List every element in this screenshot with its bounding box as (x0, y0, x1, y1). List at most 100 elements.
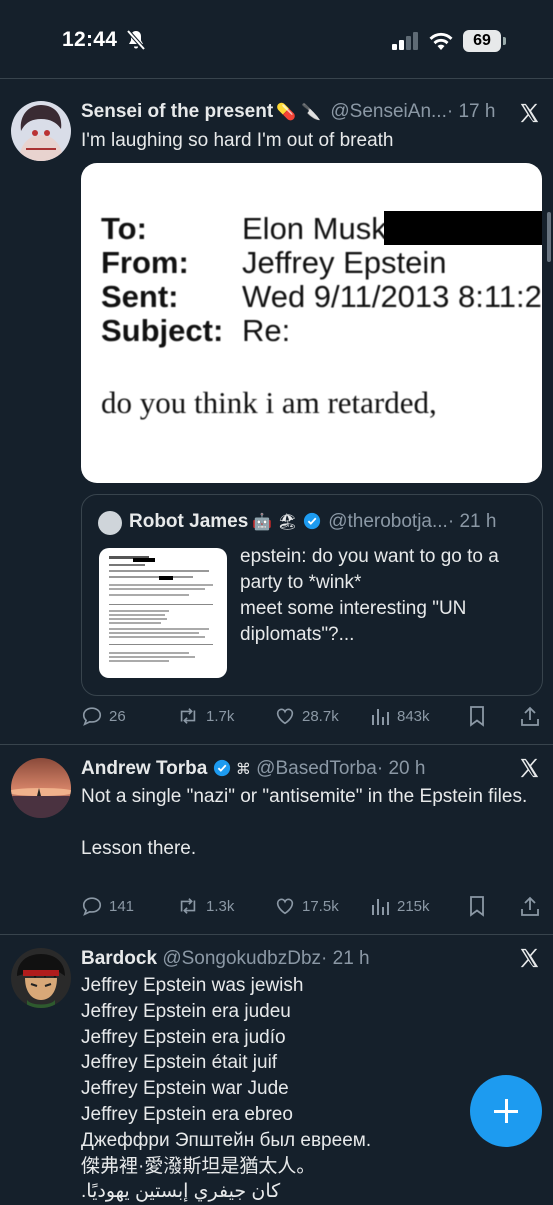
text-line: Jeffrey Epstein was jewish (81, 975, 304, 996)
name-emoji: ⌘ (235, 761, 251, 778)
top-divider (0, 78, 553, 79)
post-header: Sensei of the present 💊 🔪 @SenseiAn...· 1… (81, 101, 495, 123)
x-logo-icon[interactable] (518, 947, 540, 969)
compose-plus-icon[interactable] (470, 1075, 542, 1147)
share-button[interactable] (519, 705, 541, 727)
author-name[interactable]: Sensei of the present (81, 101, 273, 122)
text-line: Jeffrey Epstein era judío (81, 1026, 286, 1048)
bookmark-icon (470, 706, 484, 727)
battery-icon: 69 (463, 30, 501, 52)
views-button[interactable]: 843k (371, 705, 430, 727)
post-time: · 21 h (321, 948, 370, 969)
quoted-handle: @therobotja... (328, 511, 448, 532)
repost-button[interactable]: 1.3k (176, 895, 234, 917)
status-bar: 12:44 69 (0, 0, 553, 80)
post-header: Andrew Torba ⌘ @BasedTorba· 20 h (81, 758, 425, 780)
views-icon (372, 899, 389, 915)
text-line: 傑弗裡·愛潑斯坦是猶太人。 (81, 1155, 316, 1177)
verified-badge-icon (303, 512, 321, 530)
reply-icon (82, 897, 102, 916)
views-count: 215k (397, 897, 430, 915)
bookmark-button[interactable] (468, 705, 486, 727)
bookmark-icon (470, 896, 484, 917)
like-count: 17.5k (302, 897, 339, 915)
quoted-text: epstein: do you want to go to a party to… (240, 546, 499, 645)
redaction-block (384, 211, 542, 245)
post-text-lines: Jeffrey Epstein was jewish Jeffrey Epste… (81, 973, 531, 1205)
avatar[interactable] (11, 758, 71, 818)
post-actions: 26 1.7k 28.7k 843k (81, 705, 543, 729)
email-to-label: To: (101, 211, 147, 246)
bookmark-button[interactable] (468, 895, 486, 917)
author-name[interactable]: Andrew Torba (81, 758, 207, 779)
repost-button[interactable]: 1.7k (176, 705, 234, 727)
repost-icon (180, 708, 196, 724)
share-button[interactable] (519, 895, 541, 917)
post-actions: 141 1.3k 17.5k 215k (81, 895, 543, 919)
post-image-email[interactable]: To: Elon Musk From: Jeffrey Epstein Sent… (81, 163, 542, 483)
scrollbar[interactable] (547, 212, 551, 262)
battery-nub (503, 37, 506, 45)
x-logo-icon[interactable] (518, 102, 540, 124)
share-icon (521, 706, 539, 726)
verified-badge-icon (213, 759, 230, 777)
repost-count: 1.3k (206, 897, 235, 915)
text-line: Jeffrey Epstein era ebreo (81, 1103, 293, 1125)
email-sent-label: Sent: (101, 279, 179, 314)
quoted-avatar (98, 511, 122, 535)
share-icon (521, 896, 539, 916)
author-name[interactable]: Bardock (81, 948, 157, 969)
reply-icon (82, 707, 102, 726)
email-body: do you think i am retarded, (101, 385, 437, 420)
email-subject-value: Re: (242, 313, 291, 348)
email-from-value: Jeffrey Epstein (242, 245, 447, 280)
views-button[interactable]: 215k (371, 895, 430, 917)
reply-button[interactable]: 26 (81, 705, 126, 727)
author-handle[interactable]: @SongokudbzDbz (162, 948, 321, 969)
email-sent-value: Wed 9/11/2013 8:11:28 (242, 279, 542, 314)
status-time: 12:44 (62, 28, 118, 51)
x-logo-icon[interactable] (518, 757, 540, 779)
like-button[interactable]: 28.7k (274, 705, 339, 727)
avatar[interactable] (11, 101, 71, 161)
post-text: I'm laughing so hard I'm out of breath (81, 130, 394, 151)
like-count: 28.7k (302, 707, 339, 725)
author-handle[interactable]: @SenseiAn... (330, 101, 446, 122)
views-count: 843k (397, 707, 430, 725)
signal-icon (392, 32, 418, 50)
post-time: · 20 h (376, 758, 426, 779)
reply-button[interactable]: 141 (81, 895, 134, 917)
post-divider (0, 744, 553, 745)
post-divider (0, 934, 553, 935)
post-text: Not a single "nazi" or "antisemite" in t… (81, 786, 528, 859)
quoted-thumbnail (99, 548, 227, 678)
email-subject-label: Subject: (101, 313, 224, 348)
quoted-header: Robot James 🤖 🏖 @therobotja...· 21 h (129, 511, 496, 533)
author-handle[interactable]: @BasedTorba (256, 758, 377, 779)
text-line: Jeffrey Epstein war Jude (81, 1078, 289, 1100)
quoted-author-name: Robot James (129, 511, 249, 532)
text-line: Jeffrey Epstein était juif (81, 1052, 278, 1074)
text-line: کان جيفري إبستين يهوديًا. (81, 1181, 281, 1203)
name-emoji: 💊 🔪 (276, 102, 322, 121)
email-from-label: From: (101, 245, 189, 280)
views-icon (372, 709, 389, 725)
text-line: Jeffrey Epstein era judeu (81, 1000, 291, 1022)
email-to-value: Elon Musk (242, 211, 387, 246)
like-icon (276, 708, 294, 725)
bell-slash-icon (126, 29, 146, 51)
text-line: Джеффри Эпштейн был евреем. (81, 1129, 372, 1151)
quoted-name-emoji: 🤖 🏖 (252, 512, 298, 531)
quoted-time: · 21 h (447, 511, 497, 532)
repost-count: 1.7k (206, 707, 235, 725)
reply-count: 26 (109, 707, 126, 725)
post-time: · 17 h (446, 101, 496, 122)
wifi-icon (429, 32, 453, 50)
quoted-post[interactable]: Robot James 🤖 🏖 @therobotja...· 21 h eps… (81, 494, 543, 696)
reply-count: 141 (109, 897, 135, 915)
like-button[interactable]: 17.5k (274, 895, 339, 917)
avatar[interactable] (11, 948, 71, 1008)
repost-icon (180, 898, 196, 914)
post-header: Bardock @SongokudbzDbz· 21 h (81, 948, 370, 970)
like-icon (276, 898, 294, 915)
